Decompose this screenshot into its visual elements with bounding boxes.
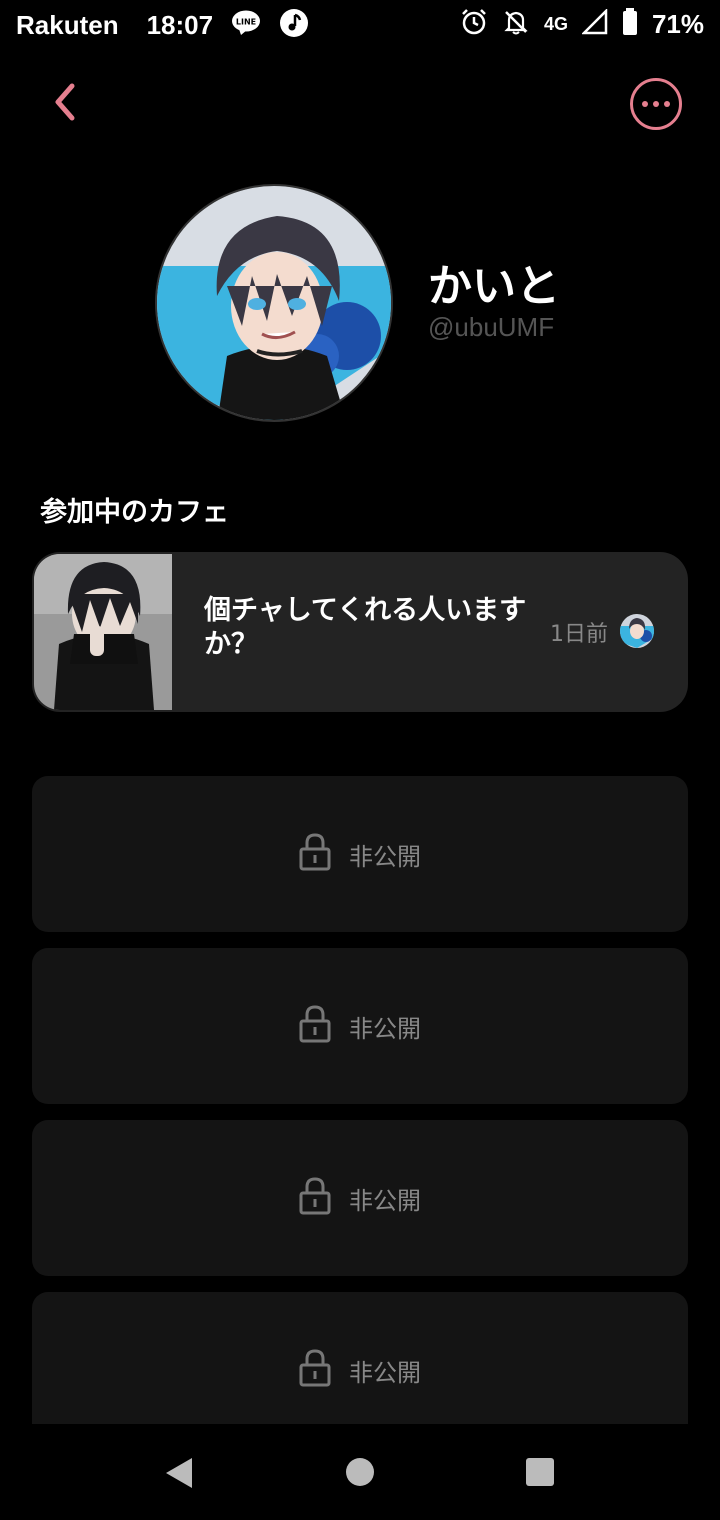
private-label: 非公開 (349, 1186, 421, 1215)
lock-icon (299, 1005, 331, 1047)
svg-text:LINE: LINE (236, 18, 256, 27)
private-label: 非公開 (349, 1014, 421, 1043)
line-app-icon: LINE (231, 10, 261, 40)
status-bar: Rakuten 18:07 LINE 4G 71% (0, 0, 720, 52)
lock-icon (299, 1349, 331, 1391)
battery-percent: 71% (651, 8, 704, 39)
cafe-thumbnail (34, 554, 172, 710)
lock-icon (299, 1177, 331, 1219)
cafe-owner-avatar (620, 614, 654, 648)
private-cafe-card: 非公開 (32, 776, 688, 932)
nav-recents-button[interactable] (526, 1458, 554, 1486)
private-cafe-card: 非公開 (32, 948, 688, 1104)
back-button[interactable] (40, 80, 88, 128)
private-label: 非公開 (349, 842, 421, 871)
cafe-title: 個チャしてくれる人いますか？ (204, 595, 527, 660)
section-title: 参加中のカフェ (40, 497, 229, 528)
system-nav-bar (0, 1424, 720, 1520)
private-cafe-card: 非公開 (32, 1120, 688, 1276)
display-name: かいと (428, 261, 560, 312)
network-label: 4G (543, 13, 568, 34)
nav-home-button[interactable] (346, 1458, 374, 1486)
private-label: 非公開 (349, 1358, 421, 1387)
notifications-off-icon (502, 8, 530, 40)
more-horizontal-icon (642, 101, 648, 107)
cafe-timestamp: 1日前 (550, 622, 608, 647)
alarm-icon (460, 8, 488, 40)
user-handle: @ubuUMF (428, 312, 555, 342)
avatar[interactable] (155, 184, 393, 422)
clock: 18:07 (146, 9, 214, 40)
more-options-button[interactable] (630, 78, 682, 130)
chevron-left-icon (50, 82, 78, 126)
carrier-label: Rakuten (16, 9, 119, 40)
signal-icon (580, 7, 608, 39)
music-app-icon (279, 8, 309, 42)
battery-icon (622, 8, 638, 40)
lock-icon (299, 833, 331, 875)
nav-back-button[interactable] (164, 1456, 194, 1494)
cafe-card[interactable]: 個チャしてくれる人いますか？ 1日前 (32, 552, 688, 712)
